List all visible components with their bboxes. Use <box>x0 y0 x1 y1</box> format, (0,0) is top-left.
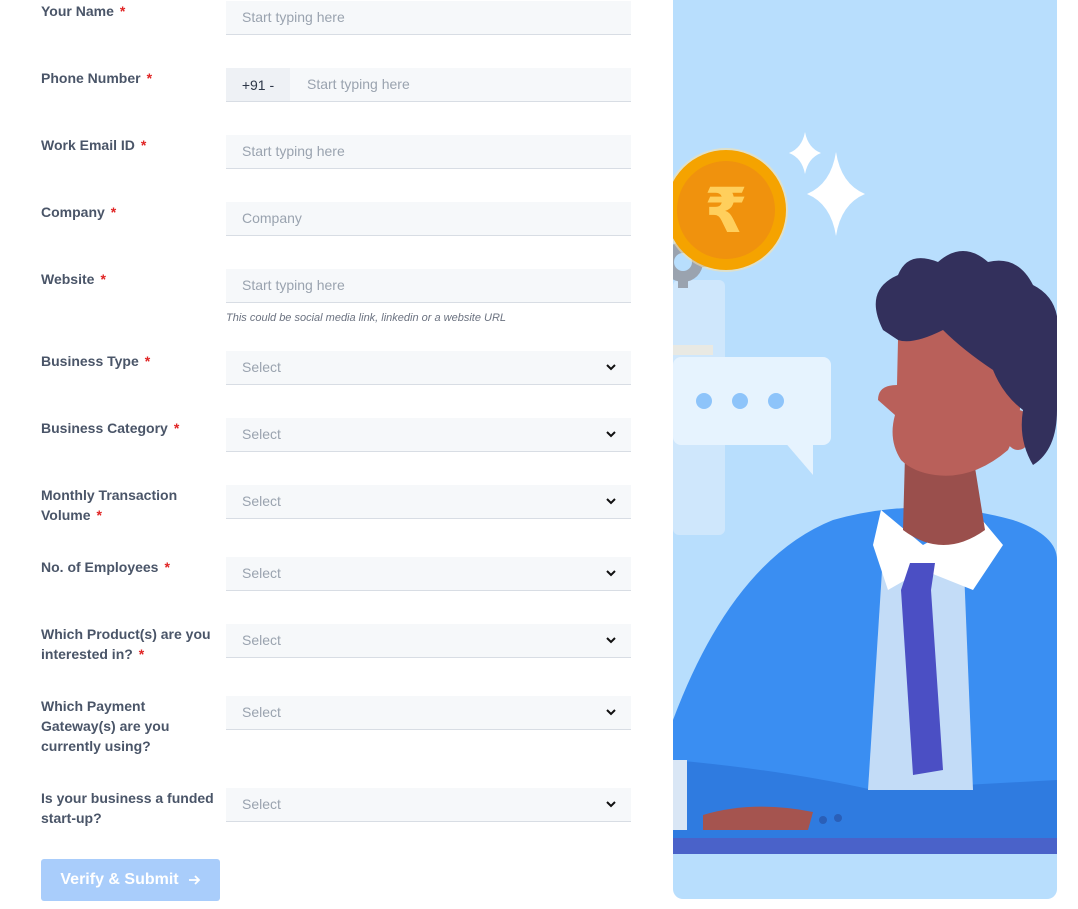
company-label: Company * <box>41 204 117 220</box>
chevron-down-icon <box>606 801 616 808</box>
submit-label: Verify & Submit <box>60 871 179 888</box>
website-label: Website * <box>41 271 106 287</box>
payment-gateway-select[interactable]: Select <box>226 696 631 730</box>
products-label: Which Product(s) are you interested in? * <box>41 626 211 662</box>
business-type-label: Business Type * <box>41 353 151 369</box>
payment-gateway-label: Which Payment Gateway(s) are you current… <box>41 698 170 754</box>
sparkle-icon <box>789 132 821 174</box>
person <box>673 251 1057 838</box>
website-input[interactable]: Start typing here <box>226 269 631 303</box>
person-illustration: ₹ <box>673 132 1057 854</box>
laptop-screen <box>673 760 687 830</box>
arrow-right-icon <box>188 875 200 885</box>
svg-text:₹: ₹ <box>704 174 747 247</box>
work-email-input[interactable]: Start typing here <box>226 135 631 169</box>
transaction-volume-label: Monthly Transaction Volume * <box>41 487 178 523</box>
your-name-label: Your Name * <box>41 3 126 19</box>
chevron-down-icon <box>606 570 616 577</box>
chevron-down-icon <box>606 637 616 644</box>
chevron-down-icon <box>606 498 616 505</box>
work-email-label: Work Email ID * <box>41 137 147 153</box>
funded-startup-select[interactable]: Select <box>226 788 631 822</box>
employees-label: No. of Employees * <box>41 559 170 575</box>
lead-form: Your Name * Start typing here Phone Numbe… <box>0 0 660 909</box>
chevron-down-icon <box>606 431 616 438</box>
background-strip <box>673 345 713 355</box>
website-hint: This could be social media link, linkedi… <box>226 312 507 324</box>
employees-select[interactable]: Select <box>226 557 631 591</box>
business-category-label: Business Category * <box>41 420 180 436</box>
business-category-select[interactable]: Select <box>226 418 631 452</box>
your-name-input[interactable]: Start typing here <box>226 1 631 35</box>
chevron-down-icon <box>606 709 616 716</box>
illustration-panel: ₹ <box>673 0 1057 899</box>
sparkle-icon <box>807 152 865 236</box>
phone-number-label: Phone Number * <box>41 70 153 86</box>
phone-number-input[interactable]: +91 - Start typing here <box>226 68 631 102</box>
products-select[interactable]: Select <box>226 624 631 658</box>
chevron-down-icon <box>606 364 616 371</box>
desk <box>673 838 1057 854</box>
funded-startup-label: Is your business a funded start-up? <box>41 790 214 826</box>
business-type-select[interactable]: Select <box>226 351 631 385</box>
country-code-prefix: +91 - <box>226 68 290 101</box>
company-input[interactable]: Company <box>226 202 631 236</box>
verify-submit-button[interactable]: Verify & Submit <box>41 859 220 901</box>
transaction-volume-select[interactable]: Select <box>226 485 631 519</box>
rupee-coin-icon: ₹ <box>673 148 788 272</box>
